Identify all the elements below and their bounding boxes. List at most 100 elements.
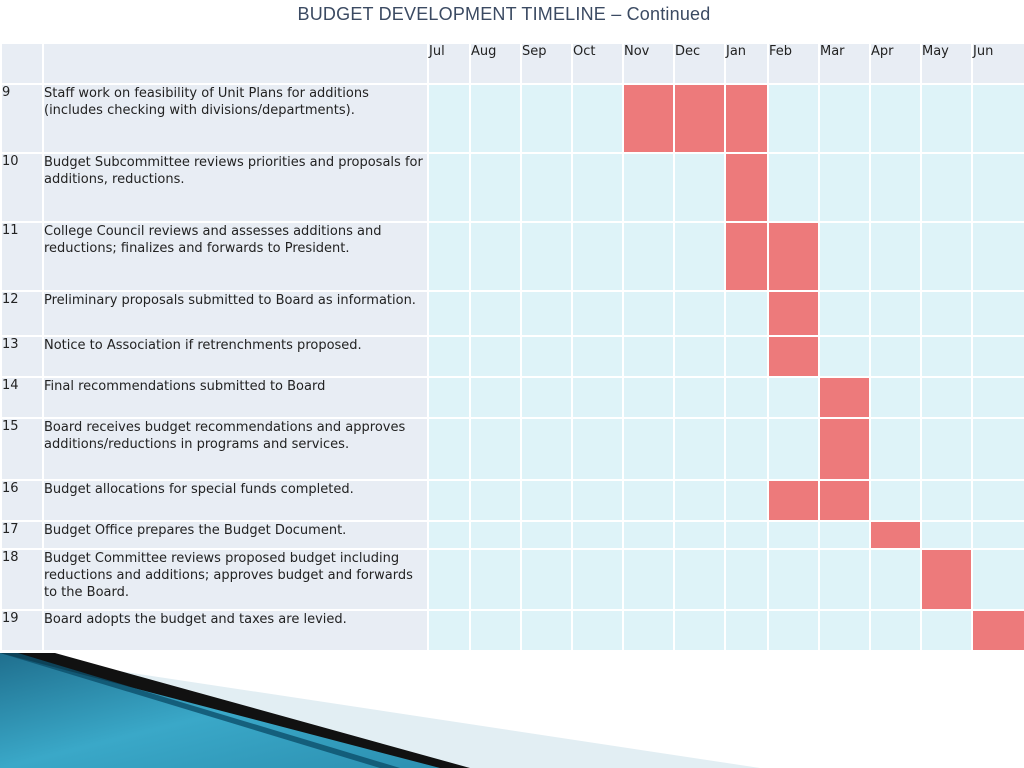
timeline-cell-sep [520, 417, 573, 481]
timeline-cell-jan [724, 479, 769, 522]
timeline-cell-aug [469, 417, 522, 481]
timeline-cell-jul [427, 335, 471, 378]
timeline-cell-jul [427, 417, 471, 481]
timeline-cell-oct [571, 479, 624, 522]
timeline-cell-jun [971, 417, 1024, 481]
timeline-cell-sep [520, 548, 573, 611]
timeline-cell-dec [673, 548, 726, 611]
table-row: 11 College Council reviews and assesses a… [0, 221, 1024, 292]
task-description: Board adopts the budget and taxes are le… [42, 609, 429, 652]
timeline-cell-mar [818, 548, 871, 611]
timeline-cell-aug [469, 479, 522, 522]
timeline-cell-jul [427, 376, 471, 419]
task-description: Board receives budget recommendations an… [42, 417, 429, 481]
timeline-bar-feb [767, 335, 820, 378]
timeline-cell-jul [427, 83, 471, 154]
timeline-cell-mar [818, 335, 871, 378]
timeline-bar-apr [869, 520, 922, 550]
task-description: Final recommendations submitted to Board [42, 376, 429, 419]
task-description: Notice to Association if retrenchments p… [42, 335, 429, 378]
timeline-cell-sep [520, 376, 573, 419]
row-number: 16 [0, 479, 44, 522]
timeline-cell-sep [520, 290, 573, 337]
timeline-cell-apr [869, 417, 922, 481]
timeline-cell-jun [971, 152, 1024, 223]
month-header: Apr [869, 42, 922, 85]
timeline-cell-oct [571, 417, 624, 481]
timeline-cell-dec [673, 479, 726, 522]
row-number: 11 [0, 221, 44, 292]
table-row: 18 Budget Committee reviews proposed budg… [0, 548, 1024, 611]
month-header: Nov [622, 42, 675, 85]
timeline-cell-sep [520, 221, 573, 292]
table-row: 12 Preliminary proposals submitted to Boa… [0, 290, 1024, 337]
table-row: 13 Notice to Association if retrenchments… [0, 335, 1024, 378]
timeline-table: Jul Aug Sep Oct Nov Dec Jan Feb Mar Apr … [0, 42, 1024, 652]
row-number: 12 [0, 290, 44, 337]
timeline-cell-oct [571, 335, 624, 378]
table-row: 15 Board receives budget recommendations … [0, 417, 1024, 481]
timeline-cell-may [920, 83, 973, 154]
row-number: 14 [0, 376, 44, 419]
timeline-cell-apr [869, 376, 922, 419]
timeline-bar-dec [673, 83, 726, 154]
timeline-bar-jun [971, 609, 1024, 652]
timeline-cell-jan [724, 290, 769, 337]
timeline-cell-apr [869, 335, 922, 378]
timeline-cell-apr [869, 221, 922, 292]
timeline-cell-dec [673, 221, 726, 292]
row-number: 17 [0, 520, 44, 550]
timeline-cell-aug [469, 152, 522, 223]
timeline-cell-nov [622, 290, 675, 337]
timeline-cell-dec [673, 417, 726, 481]
timeline-cell-jun [971, 520, 1024, 550]
timeline-bar-mar [818, 479, 871, 522]
timeline-bar-mar [818, 376, 871, 419]
timeline-cell-apr [869, 83, 922, 154]
timeline-cell-sep [520, 152, 573, 223]
timeline-cell-nov [622, 417, 675, 481]
timeline-cell-apr [869, 479, 922, 522]
timeline-cell-nov [622, 609, 675, 652]
timeline-cell-jul [427, 609, 471, 652]
timeline-bar-jan [724, 152, 769, 223]
month-header: Sep [520, 42, 573, 85]
timeline-cell-aug [469, 520, 522, 550]
timeline-cell-aug [469, 83, 522, 154]
timeline-cell-mar [818, 152, 871, 223]
timeline-cell-jul [427, 520, 471, 550]
timeline-cell-may [920, 479, 973, 522]
timeline-cell-may [920, 152, 973, 223]
timeline-cell-aug [469, 609, 522, 652]
month-header: Mar [818, 42, 871, 85]
month-header: Feb [767, 42, 820, 85]
timeline-bar-feb [767, 290, 820, 337]
timeline-cell-jul [427, 152, 471, 223]
task-header [42, 42, 429, 85]
month-header: Dec [673, 42, 726, 85]
timeline-cell-dec [673, 376, 726, 419]
timeline-cell-oct [571, 609, 624, 652]
timeline-cell-may [920, 221, 973, 292]
timeline-bar-jan [724, 83, 769, 154]
timeline-cell-jul [427, 290, 471, 337]
timeline-cell-jun [971, 221, 1024, 292]
timeline-cell-feb [767, 83, 820, 154]
timeline-cell-jan [724, 609, 769, 652]
task-description: Preliminary proposals submitted to Board… [42, 290, 429, 337]
timeline-cell-jan [724, 548, 769, 611]
number-header [0, 42, 44, 85]
timeline-cell-aug [469, 548, 522, 611]
timeline-cell-may [920, 609, 973, 652]
table-row: 16 Budget allocations for special funds c… [0, 479, 1024, 522]
timeline-cell-may [920, 335, 973, 378]
slide-title: BUDGET DEVELOPMENT TIMELINE – Continued [297, 4, 711, 24]
timeline-bar-feb [767, 479, 820, 522]
timeline-cell-nov [622, 152, 675, 223]
timeline-cell-oct [571, 83, 624, 154]
task-description: Budget Committee reviews proposed budget… [42, 548, 429, 611]
month-header: May [920, 42, 973, 85]
timeline-cell-jul [427, 548, 471, 611]
month-header: Jan [724, 42, 769, 85]
timeline-cell-may [920, 376, 973, 419]
